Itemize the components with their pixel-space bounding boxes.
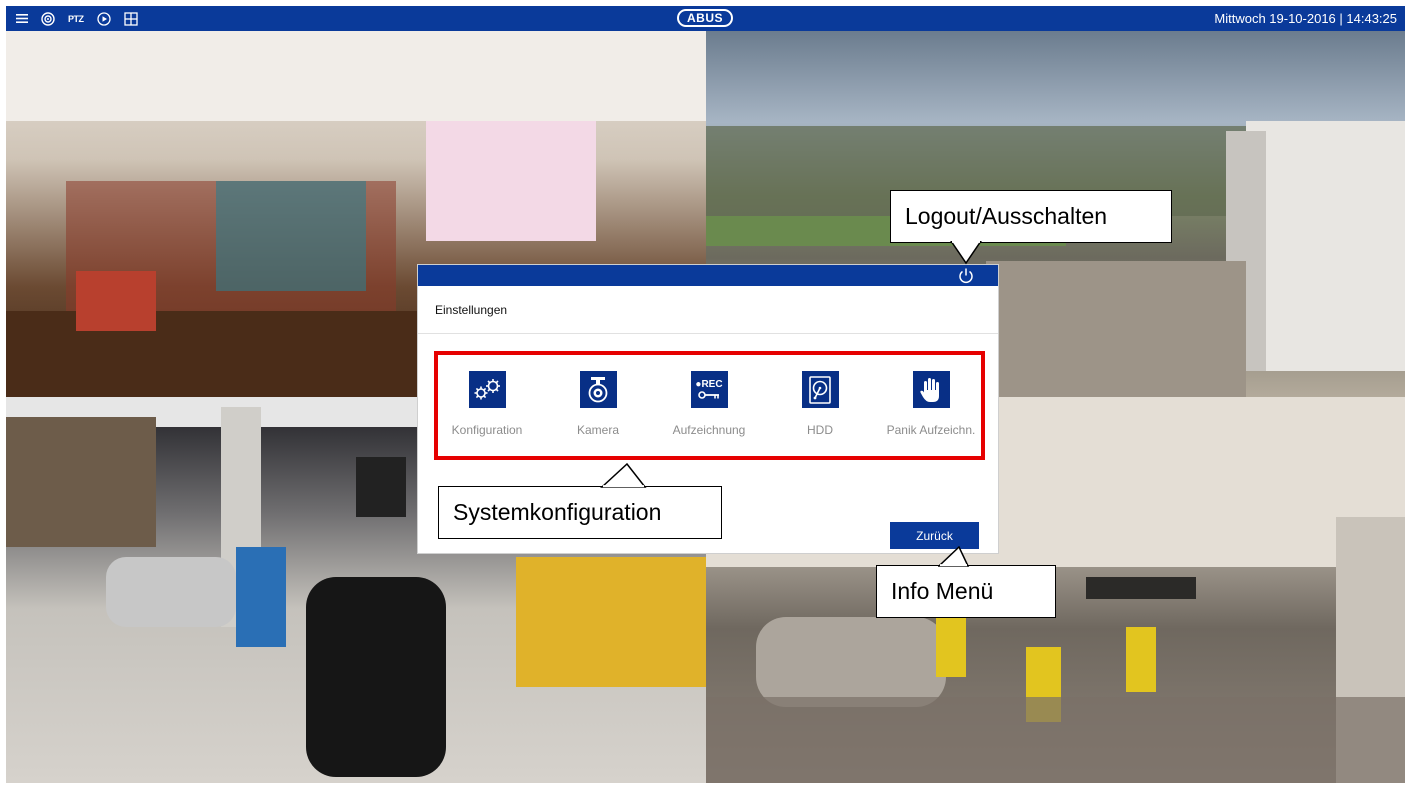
callout-tail (938, 546, 970, 567)
menu-icon[interactable] (16, 13, 28, 24)
settings-item-label: Konfiguration (451, 423, 523, 437)
callout-tail (600, 463, 647, 488)
dialog-title: Einstellungen (435, 303, 508, 317)
settings-item-label: HDD (807, 423, 833, 437)
settings-item-label: Panik Aufzeichn. (886, 423, 976, 437)
toolbar-icons: PTZ (16, 6, 138, 31)
dialog-header (418, 265, 998, 286)
gears-icon (468, 371, 506, 408)
camera-icon (579, 371, 617, 408)
callout-tail (950, 241, 982, 265)
settings-item-panik-aufzeichnung[interactable]: Panik Aufzeichn. (876, 353, 986, 437)
record-icon: ●REC (690, 371, 728, 408)
settings-item-konfiguration[interactable]: Konfiguration (432, 353, 542, 437)
callout-logout: Logout/Ausschalten (890, 190, 1172, 243)
settings-items: Konfiguration Kamera ●REC Aufzeichnung H… (432, 353, 992, 463)
ptz-icon[interactable]: PTZ (68, 14, 84, 24)
playback-icon[interactable] (96, 11, 111, 26)
hdd-icon (801, 371, 839, 408)
callout-info-menu: Info Menü (876, 565, 1056, 618)
camera-icon[interactable] (41, 11, 55, 26)
layout-grid-icon[interactable] (123, 11, 138, 26)
power-icon[interactable] (956, 266, 976, 286)
settings-item-hdd[interactable]: HDD (765, 353, 875, 437)
hand-icon (912, 371, 950, 408)
date-time: Mittwoch 19-10-2016 | 14:43:25 (1214, 11, 1397, 26)
back-button[interactable]: Zurück (890, 522, 979, 549)
top-bar: PTZ ABUS Mittwoch 19-10-2016 | 14:43:25 (6, 6, 1405, 31)
settings-item-aufzeichnung[interactable]: ●REC Aufzeichnung (654, 353, 764, 437)
callout-system-configuration: Systemkonfiguration (438, 486, 722, 539)
abus-logo: ABUS (677, 9, 733, 27)
settings-item-kamera[interactable]: Kamera (543, 353, 653, 437)
settings-item-label: Kamera (576, 423, 620, 437)
divider (418, 333, 998, 334)
settings-item-label: Aufzeichnung (672, 423, 746, 437)
